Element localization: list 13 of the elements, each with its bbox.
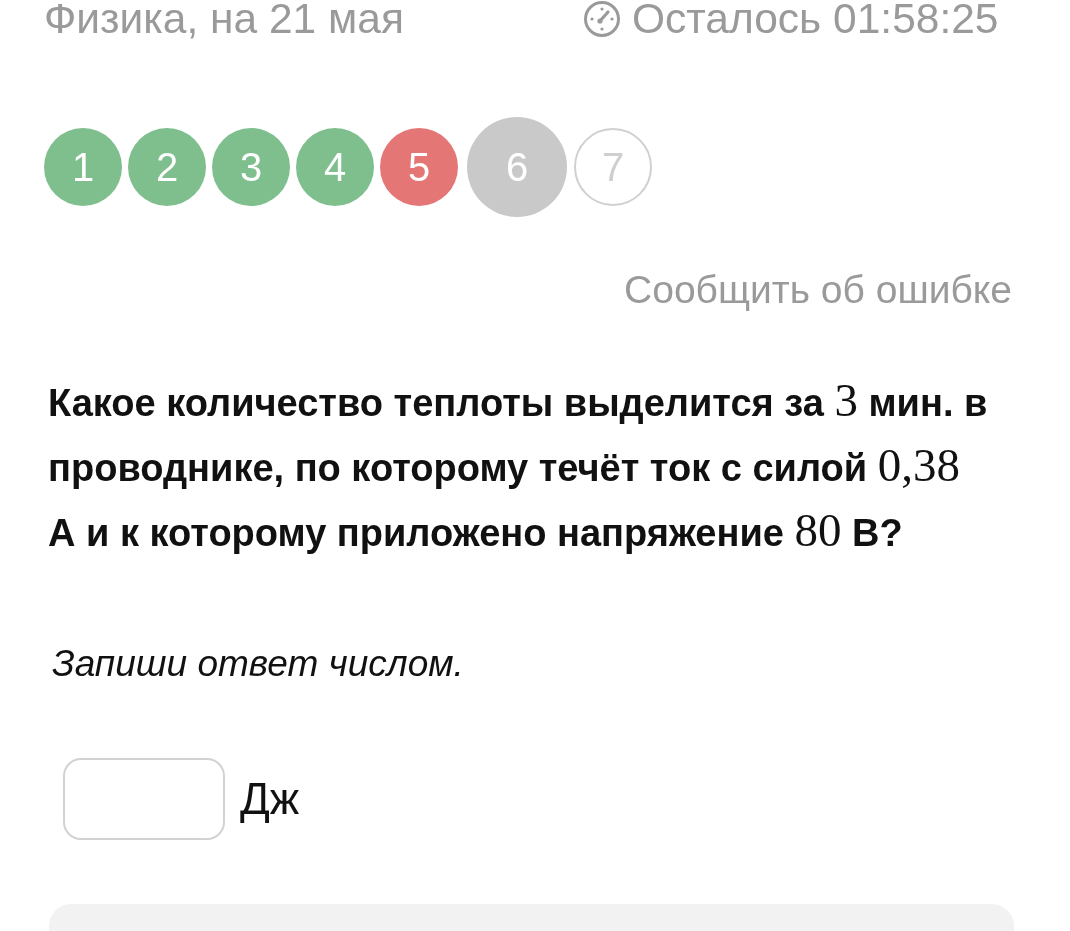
question-text: Какое количество теплоты выделится за 3 мин. в проводнике, по которому течёт ток с силой 0,38 А и к которому приложено напряжение 80 В? bbox=[48, 373, 989, 558]
unit-label: Дж bbox=[240, 775, 300, 823]
question-number-button[interactable]: 2 bbox=[128, 128, 206, 206]
answer-field[interactable] bbox=[63, 758, 225, 840]
question-number-button[interactable]: 5 bbox=[380, 128, 458, 206]
question-number-button[interactable]: 3 bbox=[212, 128, 290, 206]
timer-icon bbox=[583, 0, 621, 38]
answer-instruction: Запиши ответ числом. bbox=[52, 644, 464, 684]
question-number-button[interactable]: 4 bbox=[296, 128, 374, 206]
subject-date-title: Физика, на 21 мая bbox=[44, 0, 405, 41]
time-remaining: Осталось 01:58:25 bbox=[632, 0, 999, 41]
question-number-button[interactable]: 1 bbox=[44, 128, 122, 206]
report-error-link[interactable]: Сообщить об ошибке bbox=[624, 270, 1012, 310]
